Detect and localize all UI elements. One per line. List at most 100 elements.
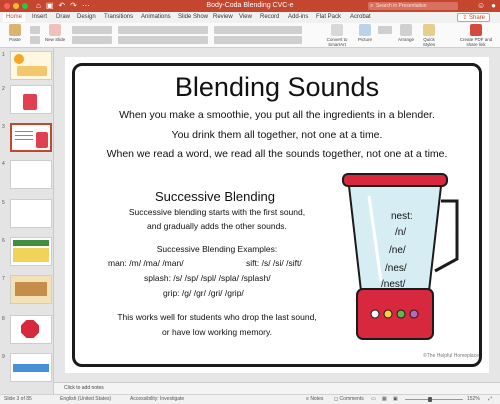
intro-line-1[interactable]: When you make a smoothie, you put all th… — [65, 109, 489, 122]
tab-animations[interactable]: Animations — [141, 13, 171, 22]
zoom-slider[interactable] — [405, 399, 463, 400]
slide-thumbnail-6[interactable] — [10, 237, 52, 266]
example-man[interactable]: man: /m/ /ma/ /man/ — [108, 258, 184, 269]
tab-flat-pack[interactable]: Flat Pack — [316, 13, 341, 22]
share-button[interactable]: ⇪ Share — [457, 13, 490, 22]
normal-view-icon[interactable]: ▭ — [371, 395, 376, 404]
banner-shape — [13, 240, 49, 246]
example-sift[interactable]: sift: /s/ /si/ /sift/ — [246, 258, 302, 269]
accessibility-status[interactable]: Accessibility: Investigate — [130, 395, 184, 404]
slide-thumbnail-1[interactable] — [10, 51, 52, 80]
tab-transitions[interactable]: Transitions — [104, 13, 133, 22]
comments-toggle-label: Comments — [339, 396, 364, 402]
section-menu[interactable] — [72, 36, 112, 44]
tab-design[interactable]: Design — [77, 13, 96, 22]
cut-icon[interactable] — [30, 26, 40, 34]
text-line — [15, 139, 33, 140]
tab-slide-show[interactable]: Slide Show — [178, 13, 208, 22]
closing-line-1[interactable]: This works well for students who drop th… — [87, 312, 347, 323]
blender-step-2: /ne/ — [389, 245, 406, 256]
tab-record[interactable]: Record — [260, 13, 279, 22]
tab-view[interactable]: View — [239, 13, 252, 22]
image-block — [13, 248, 49, 262]
font-format-buttons[interactable] — [118, 36, 208, 44]
example-splash[interactable]: splash: /s/ /sp/ /spl/ /spla/ /splash/ — [144, 273, 271, 284]
quick-styles-button[interactable]: Quick Styles — [418, 24, 440, 47]
blender-lid — [342, 173, 448, 187]
zoom-slider-thumb[interactable] — [428, 397, 432, 402]
slide-thumbnail-7[interactable] — [10, 275, 52, 304]
blender-illustration[interactable]: nest: /n/ /ne/ /nes/ /nest/ — [333, 171, 463, 355]
layout-menu[interactable] — [72, 26, 112, 34]
reading-view-icon[interactable]: ▣ — [393, 395, 398, 404]
status-bar: Slide 3 of 85 English (United States) Ac… — [0, 394, 500, 404]
example-grip[interactable]: grip: /g/ /gr/ /gri/ /grip/ — [163, 288, 244, 299]
ribbon-toolbar: Paste New Slide Convert to SmartArt Pict… — [0, 23, 500, 48]
notes-toggle-label: Notes — [310, 396, 324, 402]
slide-thumbnail-8[interactable] — [10, 315, 52, 344]
image-block — [13, 364, 49, 372]
slide-title[interactable]: Blending Sounds — [65, 71, 489, 103]
new-slide-button[interactable]: New Slide — [44, 24, 66, 42]
arrange-label: Arrange — [397, 37, 414, 42]
notes-toggle[interactable]: ≡ Notes — [306, 395, 323, 404]
intro-line-2[interactable]: You drink them all together, not one at … — [65, 129, 489, 142]
blender-thumb — [36, 132, 48, 148]
desc-line-2[interactable]: and gradually adds the other sounds. — [87, 221, 347, 232]
comments-toggle[interactable]: ◻ Comments — [334, 395, 364, 404]
closing-line-2[interactable]: or have low working memory. — [87, 327, 347, 338]
search-input[interactable]: ⌕ Search in Presentation — [368, 2, 458, 10]
search-icon: ⌕ — [370, 3, 374, 9]
tab-draw[interactable]: Draw — [56, 13, 70, 22]
tab-home[interactable]: Home — [3, 13, 26, 22]
slide-thumbnail-5[interactable] — [10, 199, 52, 228]
fit-to-window-icon[interactable]: ⤢ — [488, 395, 492, 404]
stop-sign-icon — [21, 320, 39, 338]
user-icon[interactable]: ● — [491, 1, 496, 11]
tab-add-ins[interactable]: Add-ins — [288, 13, 308, 22]
tab-acrobat[interactable]: Acrobat — [350, 13, 371, 22]
blender-step-1: /n/ — [395, 227, 406, 238]
comments-icon: ◻ — [334, 396, 339, 402]
new-slide-icon — [49, 24, 61, 36]
share-people-icon[interactable]: ☺ — [477, 1, 485, 11]
tab-review[interactable]: Review — [213, 13, 233, 22]
title-bar: ⌂ ▣ ↶ ↷ ⋯ Body-Coda Blending CVC-e ⌕ Sea… — [0, 0, 500, 12]
alignment-buttons[interactable] — [214, 36, 302, 44]
intro-line-3[interactable]: When we read a word, we read all the sou… — [65, 148, 489, 161]
blender-button-green — [396, 309, 406, 319]
clipboard-icon — [9, 24, 21, 36]
thumbnail-number: 7 — [2, 276, 5, 282]
notes-pane[interactable]: Click to add notes — [54, 382, 500, 394]
slide-thumbnail-4[interactable] — [10, 160, 52, 189]
copy-icon[interactable] — [30, 36, 40, 44]
paste-button[interactable]: Paste — [4, 24, 26, 42]
arrange-button[interactable]: Arrange — [396, 24, 416, 42]
slide-thumbnail-9[interactable] — [10, 353, 52, 382]
blender-jar — [347, 185, 443, 292]
subtitle[interactable]: Successive Blending — [155, 189, 275, 204]
create-pdf-button[interactable]: Create PDF and share link — [456, 24, 496, 47]
language-status[interactable]: English (United States) — [60, 395, 111, 404]
notes-placeholder: Click to add notes — [64, 385, 104, 391]
sorter-view-icon[interactable]: ▦ — [382, 395, 387, 404]
current-slide[interactable]: Blending Sounds When you make a smoothie… — [65, 57, 489, 373]
quick-styles-icon — [423, 24, 435, 36]
picture-button[interactable]: Picture — [355, 24, 375, 42]
slide-thumbnail-2[interactable] — [10, 85, 52, 114]
examples-heading[interactable]: Successive Blending Examples: — [87, 244, 347, 255]
paragraph-buttons[interactable] — [214, 26, 302, 34]
convert-smartart-button[interactable]: Convert to SmartArt — [324, 24, 350, 47]
quick-styles-label: Quick Styles — [422, 37, 436, 47]
desc-line-1[interactable]: Successive blending starts with the firs… — [87, 207, 347, 218]
font-family-select[interactable] — [118, 26, 208, 34]
tab-insert[interactable]: Insert — [32, 13, 47, 22]
shapes-icon[interactable] — [378, 26, 392, 34]
cvc-banner — [17, 66, 47, 76]
blender-step-4: /nest/ — [381, 279, 406, 290]
slide-thumbnail-3[interactable] — [10, 123, 52, 152]
thumbnail-number: 4 — [2, 161, 5, 167]
slide-counter: Slide 3 of 85 — [4, 396, 32, 402]
pdf-icon — [470, 24, 482, 36]
zoom-level[interactable]: 152% — [467, 395, 480, 404]
